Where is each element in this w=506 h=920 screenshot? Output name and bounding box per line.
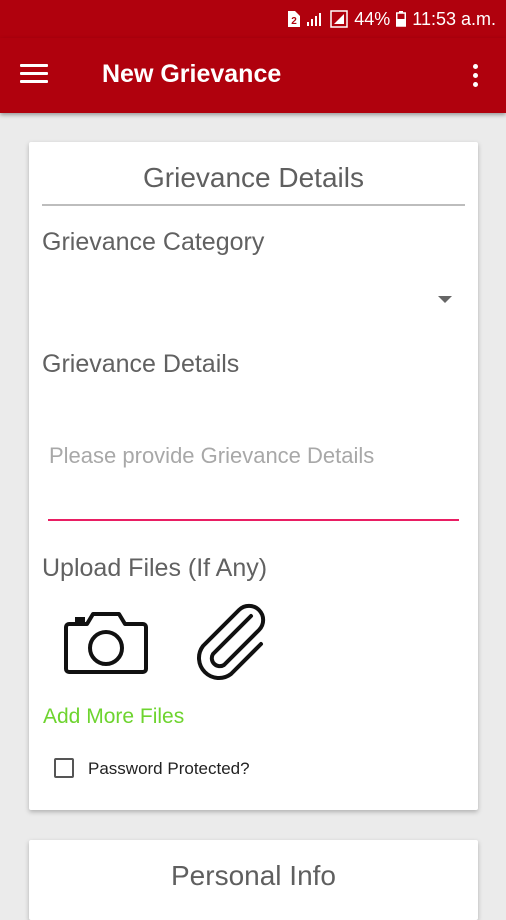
signal-icon [306, 11, 324, 27]
status-bar: 2 44% 11:53 a.m. [0, 0, 506, 38]
app-bar: New Grievance [0, 38, 506, 113]
menu-icon[interactable] [20, 64, 48, 88]
battery-percent: 44% [354, 8, 391, 29]
section-title-personal: Personal Info [171, 860, 336, 891]
signal-box-icon [330, 10, 348, 28]
input-underline [48, 519, 459, 521]
details-input[interactable] [48, 438, 460, 474]
clock: 11:53 a.m. [412, 8, 496, 29]
dropdown-arrow-icon [438, 296, 452, 303]
section-title: Grievance Details [143, 162, 364, 193]
more-vert-icon[interactable] [466, 60, 484, 92]
category-label: Grievance Category [42, 228, 265, 256]
sim-icon: 2 [286, 11, 301, 27]
personal-info-card: Personal Info [29, 840, 478, 920]
category-dropdown[interactable] [42, 282, 452, 318]
grievance-details-card: Grievance Details Grievance Category Gri… [29, 142, 478, 810]
password-checkbox[interactable] [54, 758, 74, 778]
password-label: Password Protected? [88, 759, 250, 778]
paperclip-icon[interactable] [189, 598, 275, 689]
page-title: New Grievance [102, 60, 282, 88]
svg-text:2: 2 [291, 16, 297, 27]
upload-label: Upload Files (If Any) [42, 554, 268, 582]
camera-icon[interactable] [63, 608, 149, 683]
divider [42, 204, 465, 206]
details-label: Grievance Details [42, 350, 240, 378]
battery-icon [396, 11, 407, 27]
add-more-files-link[interactable]: Add More Files [43, 705, 184, 729]
